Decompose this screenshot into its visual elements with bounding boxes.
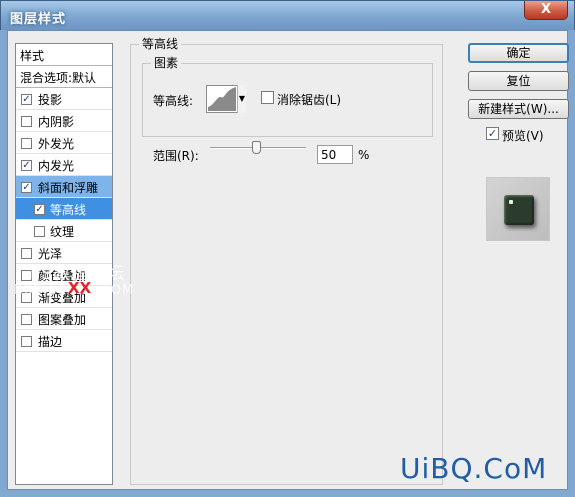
style-item-inner-glow[interactable]: ✓ 内发光 <box>16 154 112 176</box>
style-item-label: 外发光 <box>38 137 75 151</box>
style-item-drop-shadow[interactable]: ✓ 投影 <box>16 88 112 110</box>
new-style-button[interactable]: 新建样式(W)... <box>468 99 569 119</box>
inner-glow-checkbox[interactable]: ✓ <box>21 160 32 171</box>
close-icon: X <box>540 2 552 17</box>
contour-checkbox[interactable]: ✓ <box>34 204 45 215</box>
range-label: 范围(R): <box>153 149 199 163</box>
style-item-texture[interactable]: 纹理 <box>16 220 112 242</box>
style-item-stroke[interactable]: 描边 <box>16 330 112 352</box>
style-item-label: 内发光 <box>38 159 75 173</box>
watermark-xx: XX <box>68 279 92 297</box>
elements-group-title: 图素 <box>151 56 182 70</box>
style-item-pattern-overlay[interactable]: 图案叠加 <box>16 308 112 330</box>
triangle-down-icon: ▼ <box>238 94 246 103</box>
pattern-overlay-checkbox[interactable] <box>21 314 32 325</box>
style-item-inner-shadow[interactable]: 内阴影 <box>16 110 112 132</box>
contour-group-title: 等高线 <box>139 37 182 51</box>
ok-button[interactable]: 确定 <box>468 43 569 63</box>
anti-alias-checkbox[interactable] <box>261 91 274 104</box>
stroke-checkbox[interactable] <box>21 336 32 347</box>
contour-label: 等高线: <box>153 94 194 108</box>
contour-dropdown-button[interactable]: ▼ <box>237 85 246 113</box>
style-item-label: 内阴影 <box>38 115 75 129</box>
style-item-contour[interactable]: ✓ 等高线 <box>16 198 112 220</box>
style-list-header[interactable]: 样式 <box>16 44 112 66</box>
watermark-corner-logo: UiBQ.CoM <box>400 452 548 485</box>
satin-checkbox[interactable] <box>21 248 32 259</box>
texture-checkbox[interactable] <box>34 226 45 237</box>
inner-shadow-checkbox[interactable] <box>21 116 32 127</box>
bevel-emboss-checkbox[interactable]: ✓ <box>21 182 32 193</box>
anti-alias-label: 消除锯齿(L) <box>277 93 342 107</box>
drop-shadow-checkbox[interactable]: ✓ <box>21 94 32 105</box>
preview-thumbnail <box>486 177 550 241</box>
style-item-label: 斜面和浮雕 <box>38 181 99 195</box>
range-input[interactable] <box>317 145 353 164</box>
range-unit: % <box>358 148 370 162</box>
style-item-label: 描边 <box>38 335 63 349</box>
style-item-outer-glow[interactable]: 外发光 <box>16 132 112 154</box>
style-item-label: 纹理 <box>50 225 75 239</box>
preview-checkbox[interactable]: ✓ <box>486 127 499 140</box>
window-bottom-border <box>0 490 575 497</box>
preview-swatch <box>504 195 534 225</box>
style-item-label: 图案叠加 <box>38 313 87 327</box>
range-slider-thumb[interactable] <box>252 141 261 154</box>
style-item-label: 投影 <box>38 93 63 107</box>
title-bar[interactable]: 图层样式 X <box>0 0 575 30</box>
preview-label: 预览(V) <box>502 129 544 143</box>
outer-glow-checkbox[interactable] <box>21 138 32 149</box>
style-item-bevel-emboss[interactable]: ✓ 斜面和浮雕 <box>16 176 112 198</box>
contour-curve-icon <box>208 87 236 111</box>
style-item-label: 等高线 <box>50 203 87 217</box>
dialog-body: 样式 混合选项:默认 ✓ 投影 内阴影 外发光 ✓ 内发光 ✓ 斜面和浮雕 ✓ … <box>7 30 569 490</box>
reset-button[interactable]: 复位 <box>468 71 569 91</box>
close-button[interactable]: X <box>524 1 568 20</box>
window-title: 图层样式 <box>10 12 67 27</box>
blend-options-item[interactable]: 混合选项:默认 <box>16 66 112 88</box>
